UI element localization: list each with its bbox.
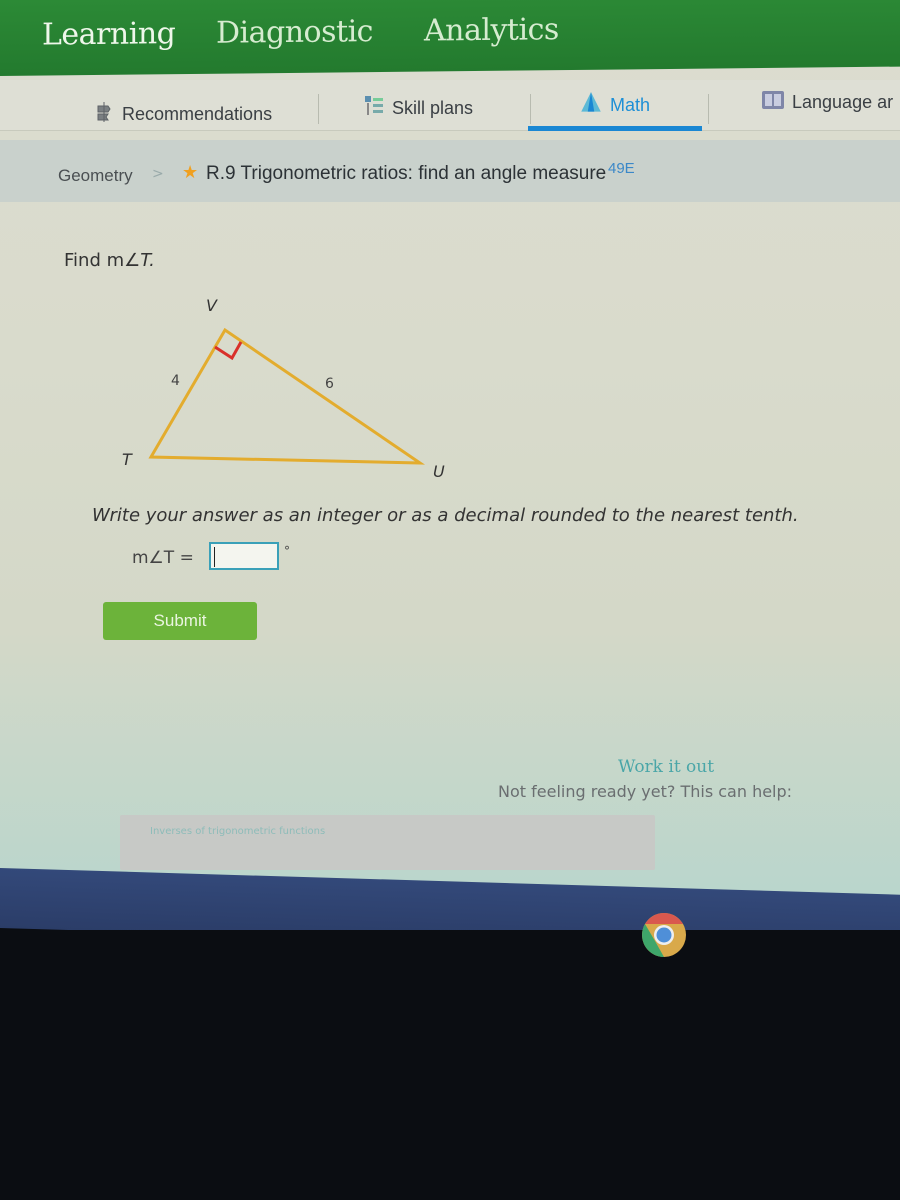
divider <box>318 94 319 124</box>
side-label-vu: 6 <box>325 376 334 392</box>
breadcrumb-subject[interactable]: Geometry <box>58 166 133 186</box>
nav-analytics[interactable]: Analytics <box>424 12 559 48</box>
book-icon <box>760 88 786 117</box>
subnav-language-arts[interactable]: Language ar <box>760 88 893 117</box>
subject-navigation: Recommendations Skill plans Math Languag… <box>0 80 900 131</box>
subnav-label: Language ar <box>792 92 894 112</box>
chrome-icon[interactable] <box>641 912 687 958</box>
nav-learning[interactable]: Learning <box>42 16 175 52</box>
top-navigation: Learning Diagnostic Analytics <box>0 0 900 77</box>
text-cursor <box>214 547 215 567</box>
side-label-tv: 4 <box>171 373 180 389</box>
recommendations-icon <box>92 100 116 129</box>
help-text: Not feeling ready yet? This can help: <box>498 782 793 801</box>
monitor-bezel <box>0 930 900 1200</box>
vertex-label-t: T <box>122 450 133 469</box>
triangle-diagram: V T U 4 6 <box>122 296 445 481</box>
subnav-math[interactable]: Math <box>578 90 650 121</box>
subnav-label: Skill plans <box>392 98 474 118</box>
active-tab-indicator <box>528 126 702 131</box>
skill-code: 49E <box>608 160 635 177</box>
answer-label: m∠T = <box>132 548 194 568</box>
star-icon: ★ <box>182 162 199 183</box>
subnav-label: Math <box>610 95 651 115</box>
vertex-label-u: U <box>433 462 445 481</box>
degree-unit: ° <box>284 544 290 558</box>
right-angle-marker <box>214 341 243 361</box>
math-pyramid-icon <box>578 90 604 121</box>
subnav-recommendations[interactable]: Recommendations <box>92 100 272 129</box>
help-link[interactable]: Inverses of trigonometric functions <box>150 826 325 837</box>
submit-button[interactable]: Submit <box>103 602 257 640</box>
nav-diagnostic[interactable]: Diagnostic <box>216 14 373 51</box>
work-it-out-heading: Work it out <box>618 757 715 777</box>
skill-title: R.9 Trigonometric ratios: find an angle … <box>206 163 607 184</box>
divider <box>530 94 531 124</box>
browser-screen: Learning Diagnostic Analytics Recommenda… <box>0 0 900 900</box>
angle-answer-input[interactable] <box>209 542 279 570</box>
triangle-tuv <box>148 327 426 465</box>
help-card[interactable] <box>120 815 655 870</box>
answer-instruction: Write your answer as an integer or as a … <box>92 505 799 526</box>
divider <box>708 94 709 124</box>
chevron-right-icon: > <box>152 166 164 182</box>
breadcrumb: Geometry > ★ R.9 Trigonometric ratios: f… <box>0 140 900 202</box>
question-prompt: Find m∠T. <box>64 250 155 271</box>
skill-plans-icon <box>362 94 386 123</box>
subnav-skill-plans[interactable]: Skill plans <box>362 94 473 123</box>
subnav-label: Recommendations <box>122 104 273 124</box>
vertex-label-v: V <box>206 296 218 315</box>
